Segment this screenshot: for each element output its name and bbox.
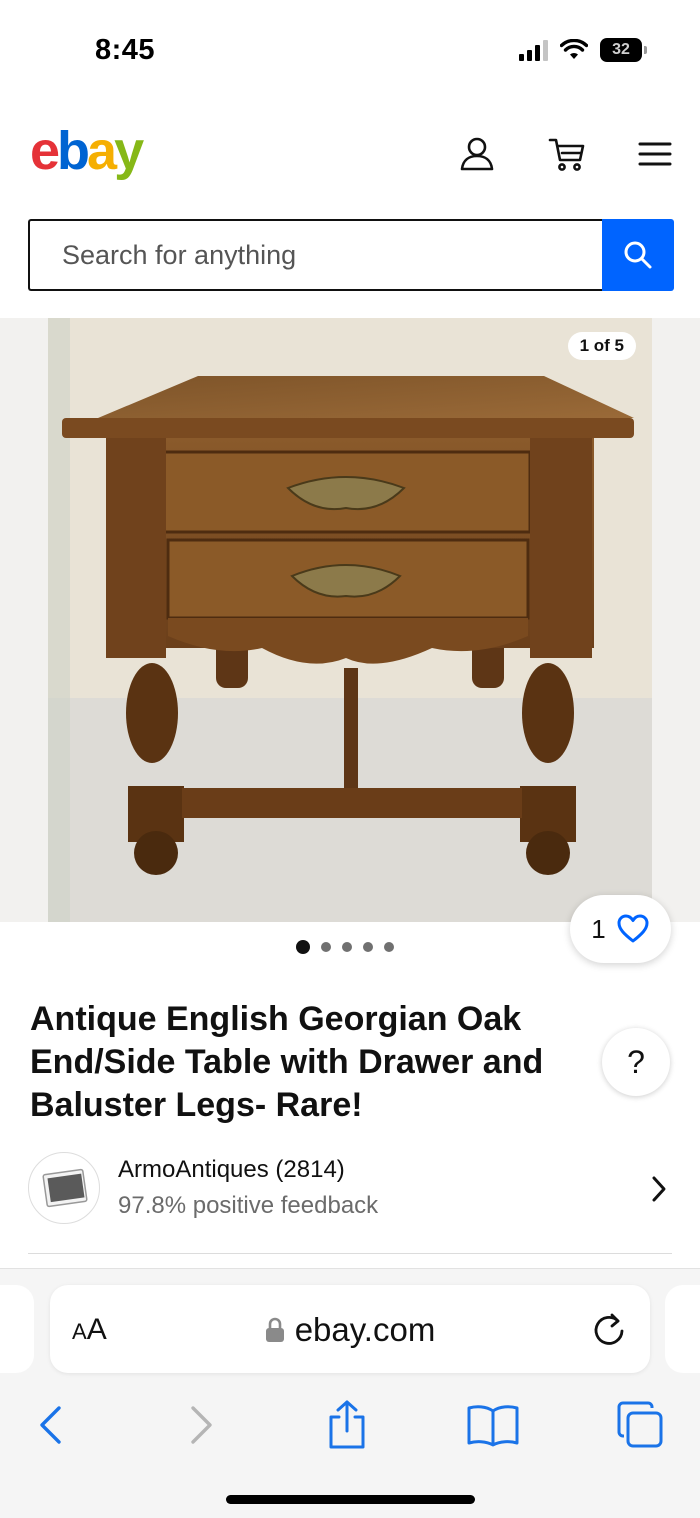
menu-icon[interactable] bbox=[633, 132, 677, 176]
pagination-dot[interactable] bbox=[342, 942, 352, 952]
chevron-right-icon bbox=[191, 1406, 212, 1444]
account-icon[interactable] bbox=[455, 132, 499, 176]
back-button[interactable] bbox=[22, 1397, 78, 1453]
product-photo[interactable]: 1 of 5 bbox=[48, 318, 652, 922]
tabs-button[interactable] bbox=[612, 1397, 668, 1453]
pagination-dot[interactable] bbox=[384, 942, 394, 952]
status-bar: 8:45 32 bbox=[0, 0, 700, 100]
home-indicator bbox=[226, 1495, 475, 1504]
listing-title: Antique English Georgian Oak End/Side Ta… bbox=[30, 1000, 544, 1124]
address-bar[interactable]: AA ebay.com bbox=[50, 1285, 650, 1373]
lock-icon bbox=[265, 1317, 284, 1342]
status-time: 8:45 bbox=[95, 34, 156, 66]
search-button[interactable] bbox=[602, 219, 674, 291]
image-gallery[interactable]: 1 of 5 bbox=[0, 318, 700, 922]
help-button[interactable]: ? bbox=[602, 1028, 670, 1096]
cart-icon[interactable] bbox=[545, 132, 589, 176]
ebay-logo[interactable]: ebay bbox=[30, 120, 144, 182]
battery-level: 32 bbox=[612, 41, 630, 58]
gallery-pagination bbox=[296, 940, 394, 954]
tabs-icon bbox=[617, 1401, 663, 1448]
battery-icon: 32 bbox=[600, 38, 647, 62]
search-icon bbox=[624, 241, 652, 269]
seller-avatar bbox=[28, 1152, 100, 1224]
pagination-dot[interactable] bbox=[321, 942, 331, 952]
book-icon bbox=[467, 1405, 519, 1447]
signal-icon bbox=[519, 39, 548, 61]
chevron-left-icon bbox=[40, 1406, 61, 1444]
url-text: ebay.com bbox=[294, 1311, 436, 1348]
browser-toolbar bbox=[0, 1387, 700, 1457]
table-illustration bbox=[48, 318, 652, 922]
share-icon bbox=[329, 1400, 365, 1449]
site-header: ebay bbox=[0, 110, 700, 200]
pagination-dot[interactable] bbox=[296, 940, 310, 954]
seller-name[interactable]: ArmoAntiques (2814) bbox=[118, 1156, 345, 1184]
url-display[interactable]: ebay.com bbox=[50, 1311, 650, 1349]
watch-count: 1 bbox=[591, 913, 606, 944]
image-counter: 1 of 5 bbox=[567, 332, 636, 360]
browser-chrome: AA ebay.com bbox=[0, 1268, 700, 1518]
heart-icon bbox=[617, 914, 649, 943]
seller-card[interactable]: ArmoAntiques (2814) 97.8% positive feedb… bbox=[28, 1152, 672, 1224]
seller-feedback: 97.8% positive feedback bbox=[118, 1192, 379, 1219]
pagination-dot[interactable] bbox=[363, 942, 373, 952]
search-input[interactable]: Search for anything bbox=[28, 219, 602, 291]
status-icons: 32 bbox=[519, 38, 647, 62]
next-tab-peek[interactable] bbox=[665, 1285, 700, 1373]
wifi-icon bbox=[560, 39, 588, 59]
previous-tab-peek[interactable] bbox=[0, 1285, 34, 1373]
chevron-right-icon[interactable] bbox=[650, 1174, 668, 1204]
divider bbox=[28, 1253, 672, 1254]
watch-button[interactable]: 1 bbox=[570, 895, 671, 963]
search-bar: Search for anything bbox=[28, 219, 674, 291]
share-button[interactable] bbox=[319, 1397, 375, 1453]
bookmarks-button[interactable] bbox=[465, 1397, 521, 1453]
reload-icon[interactable] bbox=[590, 1309, 628, 1349]
forward-button[interactable] bbox=[174, 1397, 230, 1453]
